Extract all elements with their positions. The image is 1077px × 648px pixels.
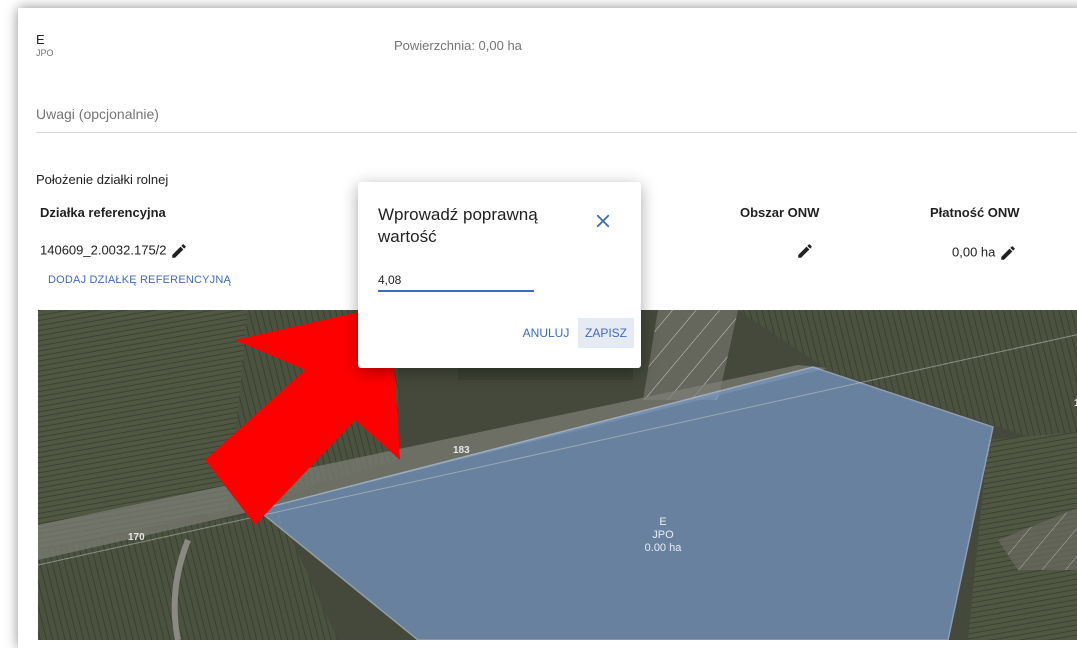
polygon-code: E xyxy=(659,516,667,528)
notes-field[interactable]: Uwagi (opcjonalnie) xyxy=(36,106,1077,133)
close-icon[interactable] xyxy=(594,212,612,230)
add-ref-parcel-link[interactable]: DODAJ DZIAŁKĘ REFERENCYJNĄ xyxy=(48,274,231,286)
ref-parcel-value: 140609_2.0032.175/2 xyxy=(40,242,167,258)
ref-parcel-row: 140609_2.0032.175/2 xyxy=(40,242,188,260)
edit-ref-pencil-icon[interactable] xyxy=(170,242,188,260)
ref-column-header: Działka referencyjna xyxy=(40,205,166,220)
polygon-label: E JPO 0.00 ha xyxy=(638,516,688,555)
dialog-title: Wprowadź poprawną wartość xyxy=(378,205,538,246)
onw-payment-column-header: Płatność ONW xyxy=(930,205,1020,220)
onw-payment-row: 0,00 ha xyxy=(952,244,1017,262)
notes-placeholder: Uwagi (opcjonalnie) xyxy=(36,106,159,122)
parcel-code: E xyxy=(36,32,45,47)
onw-area-column-header: Obszar ONW xyxy=(740,205,820,220)
edit-onw-payment-pencil-icon[interactable] xyxy=(999,244,1017,262)
cancel-button[interactable]: ANULUJ xyxy=(518,318,574,348)
onw-payment-value: 0,00 ha xyxy=(952,244,996,260)
save-button[interactable]: ZAPISZ xyxy=(578,318,634,348)
location-label: Położenie działki rolnej xyxy=(36,172,169,187)
edit-value-dialog: Wprowadź poprawną wartość ANULUJ ZAPISZ xyxy=(358,182,641,368)
polygon-subcode: JPO xyxy=(652,529,674,541)
edit-onw-area-pencil-icon[interactable] xyxy=(796,242,814,260)
area-text: Powierzchnia: 0,00 ha xyxy=(394,38,522,53)
value-input[interactable] xyxy=(378,270,534,292)
parcel-subcode: JPO xyxy=(36,48,54,58)
polygon-area: 0.00 ha xyxy=(644,542,682,554)
map-label-183: 183 xyxy=(453,445,470,456)
map-label-170: 170 xyxy=(128,532,145,543)
